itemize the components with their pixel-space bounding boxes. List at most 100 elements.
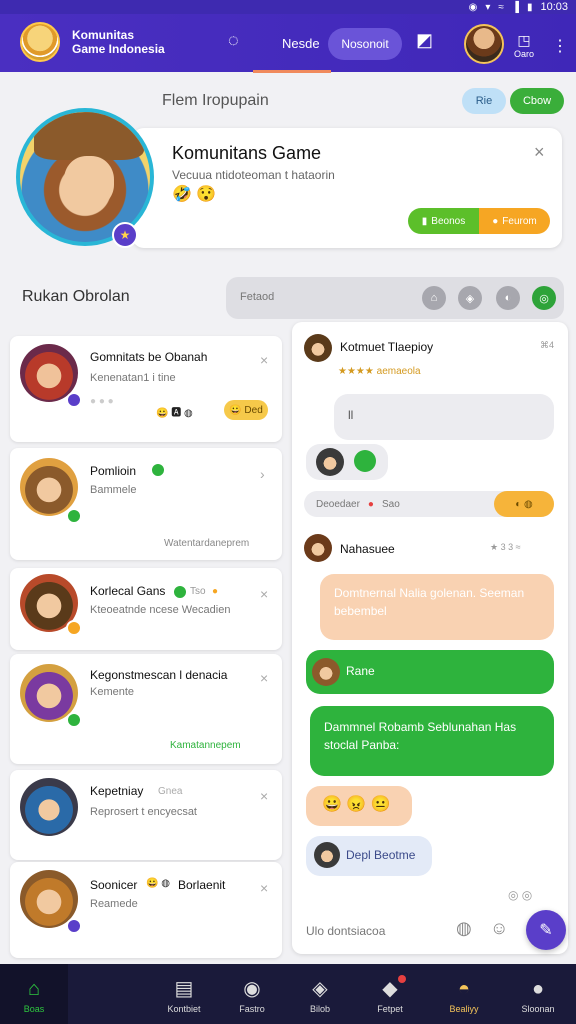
sender-avatar <box>316 448 344 476</box>
chat-rating: ★★★★ aemaeola <box>338 366 421 377</box>
chat-header-name: Kotmuet Tlaepioy <box>340 340 434 354</box>
user-avatar[interactable] <box>464 24 504 64</box>
sort-filter-icon[interactable]: ◐ <box>496 286 520 310</box>
reaction-badge[interactable]: ◐ ◍ <box>494 491 554 517</box>
bottom-nav-explore[interactable]: ◉ Fastro <box>222 976 282 1014</box>
emoji-bubble: 😀 😠 😐 <box>306 786 412 826</box>
message-bubble: ll <box>334 394 554 440</box>
avatar-face <box>64 156 114 208</box>
bookmark-icon[interactable]: ◩ <box>416 30 433 51</box>
status-dot-icon: ● <box>212 586 219 597</box>
bottom-nav-content[interactable]: ▤ Kontbiet <box>154 976 214 1014</box>
tag-filter-icon[interactable]: ◈ <box>458 286 482 310</box>
online-filter-icon[interactable]: ◎ <box>532 286 556 310</box>
level-badge-icon: ★ <box>112 222 138 248</box>
chevron-right-icon[interactable]: › <box>260 466 265 482</box>
list-sub: Kemente <box>90 686 135 698</box>
bottom-nav-featured[interactable]: ◓ Bealiyy <box>434 976 494 1014</box>
chat-icon[interactable]: ◌ <box>228 30 239 51</box>
sticker-icon <box>354 450 376 472</box>
alarm-icon: ◉ <box>468 1 478 13</box>
chip-blue[interactable]: Rie <box>462 88 506 114</box>
reaction-pill[interactable]: 😀 Ded <box>224 400 268 420</box>
bottom-nav-home[interactable]: ⌂ Boas <box>4 976 64 1014</box>
app-header: Komunitas Game Indonesia ◌ Nesde Nosonoi… <box>0 14 576 72</box>
chip-green[interactable]: Cbow <box>510 88 564 114</box>
list-sub: Kenenatan1 i tine <box>90 372 176 384</box>
avatar-hat <box>34 112 144 160</box>
list-title: Soonicer <box>90 878 138 892</box>
message-bubble: Domtnernal Nalia golenan. Seeman bebembe… <box>320 574 554 640</box>
nav-pill-active[interactable]: Nosonoit <box>328 28 402 60</box>
list-title: Kegonstmescan l denacia <box>90 668 228 682</box>
profile-actions: ▮ Beonos ● Feurom <box>408 208 550 234</box>
list-tag: Gnea <box>158 786 183 797</box>
document-icon: ▤ <box>174 978 194 1000</box>
list-footer: Watentardaneprem <box>164 538 250 549</box>
battery-icon: ▮ <box>526 1 533 13</box>
bottom-nav-profile[interactable]: ● Sloonan <box>508 976 568 1014</box>
list-title: Gomnitats be Obanah <box>90 350 208 364</box>
community-emoji: 🤣 😯 <box>172 186 217 203</box>
status-bar: ◉ ▾ ≈ ▐ ▮ 10:03 <box>0 0 576 14</box>
list-sub: Kteoeatnde ncese Wecadien <box>90 604 231 616</box>
status-time: 10:03 <box>540 1 568 13</box>
community-desc: Vecuua ntidoteoman t hataorin <box>172 168 335 182</box>
home-filter-icon[interactable]: ⌂ <box>422 286 446 310</box>
list-title: Korlecal Gans <box>90 584 166 598</box>
chat-avatar <box>304 534 332 562</box>
compose-button[interactable]: ✎ <box>526 910 566 950</box>
attach-icon[interactable]: ◍ <box>456 918 472 939</box>
chat-section-title: Rukan Obrolan <box>22 288 130 305</box>
notification-dot <box>398 975 406 983</box>
close-icon[interactable]: × <box>260 670 268 686</box>
bell-icon: ◆ <box>382 978 398 1000</box>
nav-link-home[interactable]: Nesde <box>282 36 320 51</box>
msg-meta: ★ 3 3 ≈ <box>490 542 521 552</box>
avatar-badge-icon <box>66 392 82 408</box>
message-bubble: Rane <box>306 650 554 694</box>
action-left-button[interactable]: ▮ Beonos <box>408 208 479 234</box>
msg-footer-meta: ◎ ◎ <box>508 888 533 902</box>
community-name: Komunitans Game <box>172 143 322 163</box>
list-emojis: 😀 ◍ <box>146 878 170 889</box>
list-sub: Reprosert t encyecsat <box>90 806 197 818</box>
message-bubble: Dammnel Robamb Seblunahan Has stoclal Pa… <box>310 706 554 776</box>
overflow-menu-icon[interactable]: ⋮ <box>552 36 568 56</box>
action-right-button[interactable]: ● Feurom <box>479 208 550 234</box>
list-avatar <box>20 778 78 836</box>
bottom-nav-games[interactable]: ◈ Bilob <box>290 976 350 1014</box>
msg-author: Nahasuee <box>340 542 395 556</box>
bottom-nav-notifications[interactable]: ◆ Fetpet <box>360 976 420 1014</box>
search-placeholder: Fetaod <box>240 291 275 303</box>
list-title: Pomlioin <box>90 464 137 478</box>
close-icon[interactable]: × <box>260 586 268 602</box>
list-sub: Bammele <box>90 484 137 496</box>
wifi-icon: ≈ <box>498 1 504 13</box>
home-icon: ⌂ <box>27 978 41 1000</box>
close-icon[interactable]: × <box>260 788 268 804</box>
user-menu[interactable]: ◳ Oaro <box>514 32 534 59</box>
nav-underline <box>253 70 331 73</box>
app-title: Komunitas Game Indonesia <box>72 28 165 56</box>
close-icon[interactable]: × <box>260 880 268 896</box>
list-title-tail: Borlaenit <box>178 878 226 892</box>
avatar-badge-icon <box>66 712 82 728</box>
app-logo[interactable] <box>20 22 60 62</box>
action-right-icon: ● <box>492 215 499 227</box>
chat-header-meta: ⌘4 <box>540 340 555 350</box>
list-footer: Kamatannepem <box>170 740 241 751</box>
avatar-badge-icon <box>66 508 82 524</box>
list-sub: Reamede <box>90 898 138 910</box>
signal-icon: ▾ <box>485 1 491 13</box>
emoji-icon[interactable]: ☺ <box>490 918 508 939</box>
verified-icon <box>150 462 166 478</box>
controller-icon: ◈ <box>312 978 328 1000</box>
avatar-badge-icon <box>66 918 82 934</box>
avatar-badge-icon <box>66 620 82 636</box>
close-icon[interactable]: × <box>534 142 545 163</box>
list-avatar <box>20 458 78 516</box>
close-icon[interactable]: × <box>260 352 268 368</box>
verified-icon <box>172 584 188 600</box>
user-icon: ◳ <box>517 32 531 48</box>
